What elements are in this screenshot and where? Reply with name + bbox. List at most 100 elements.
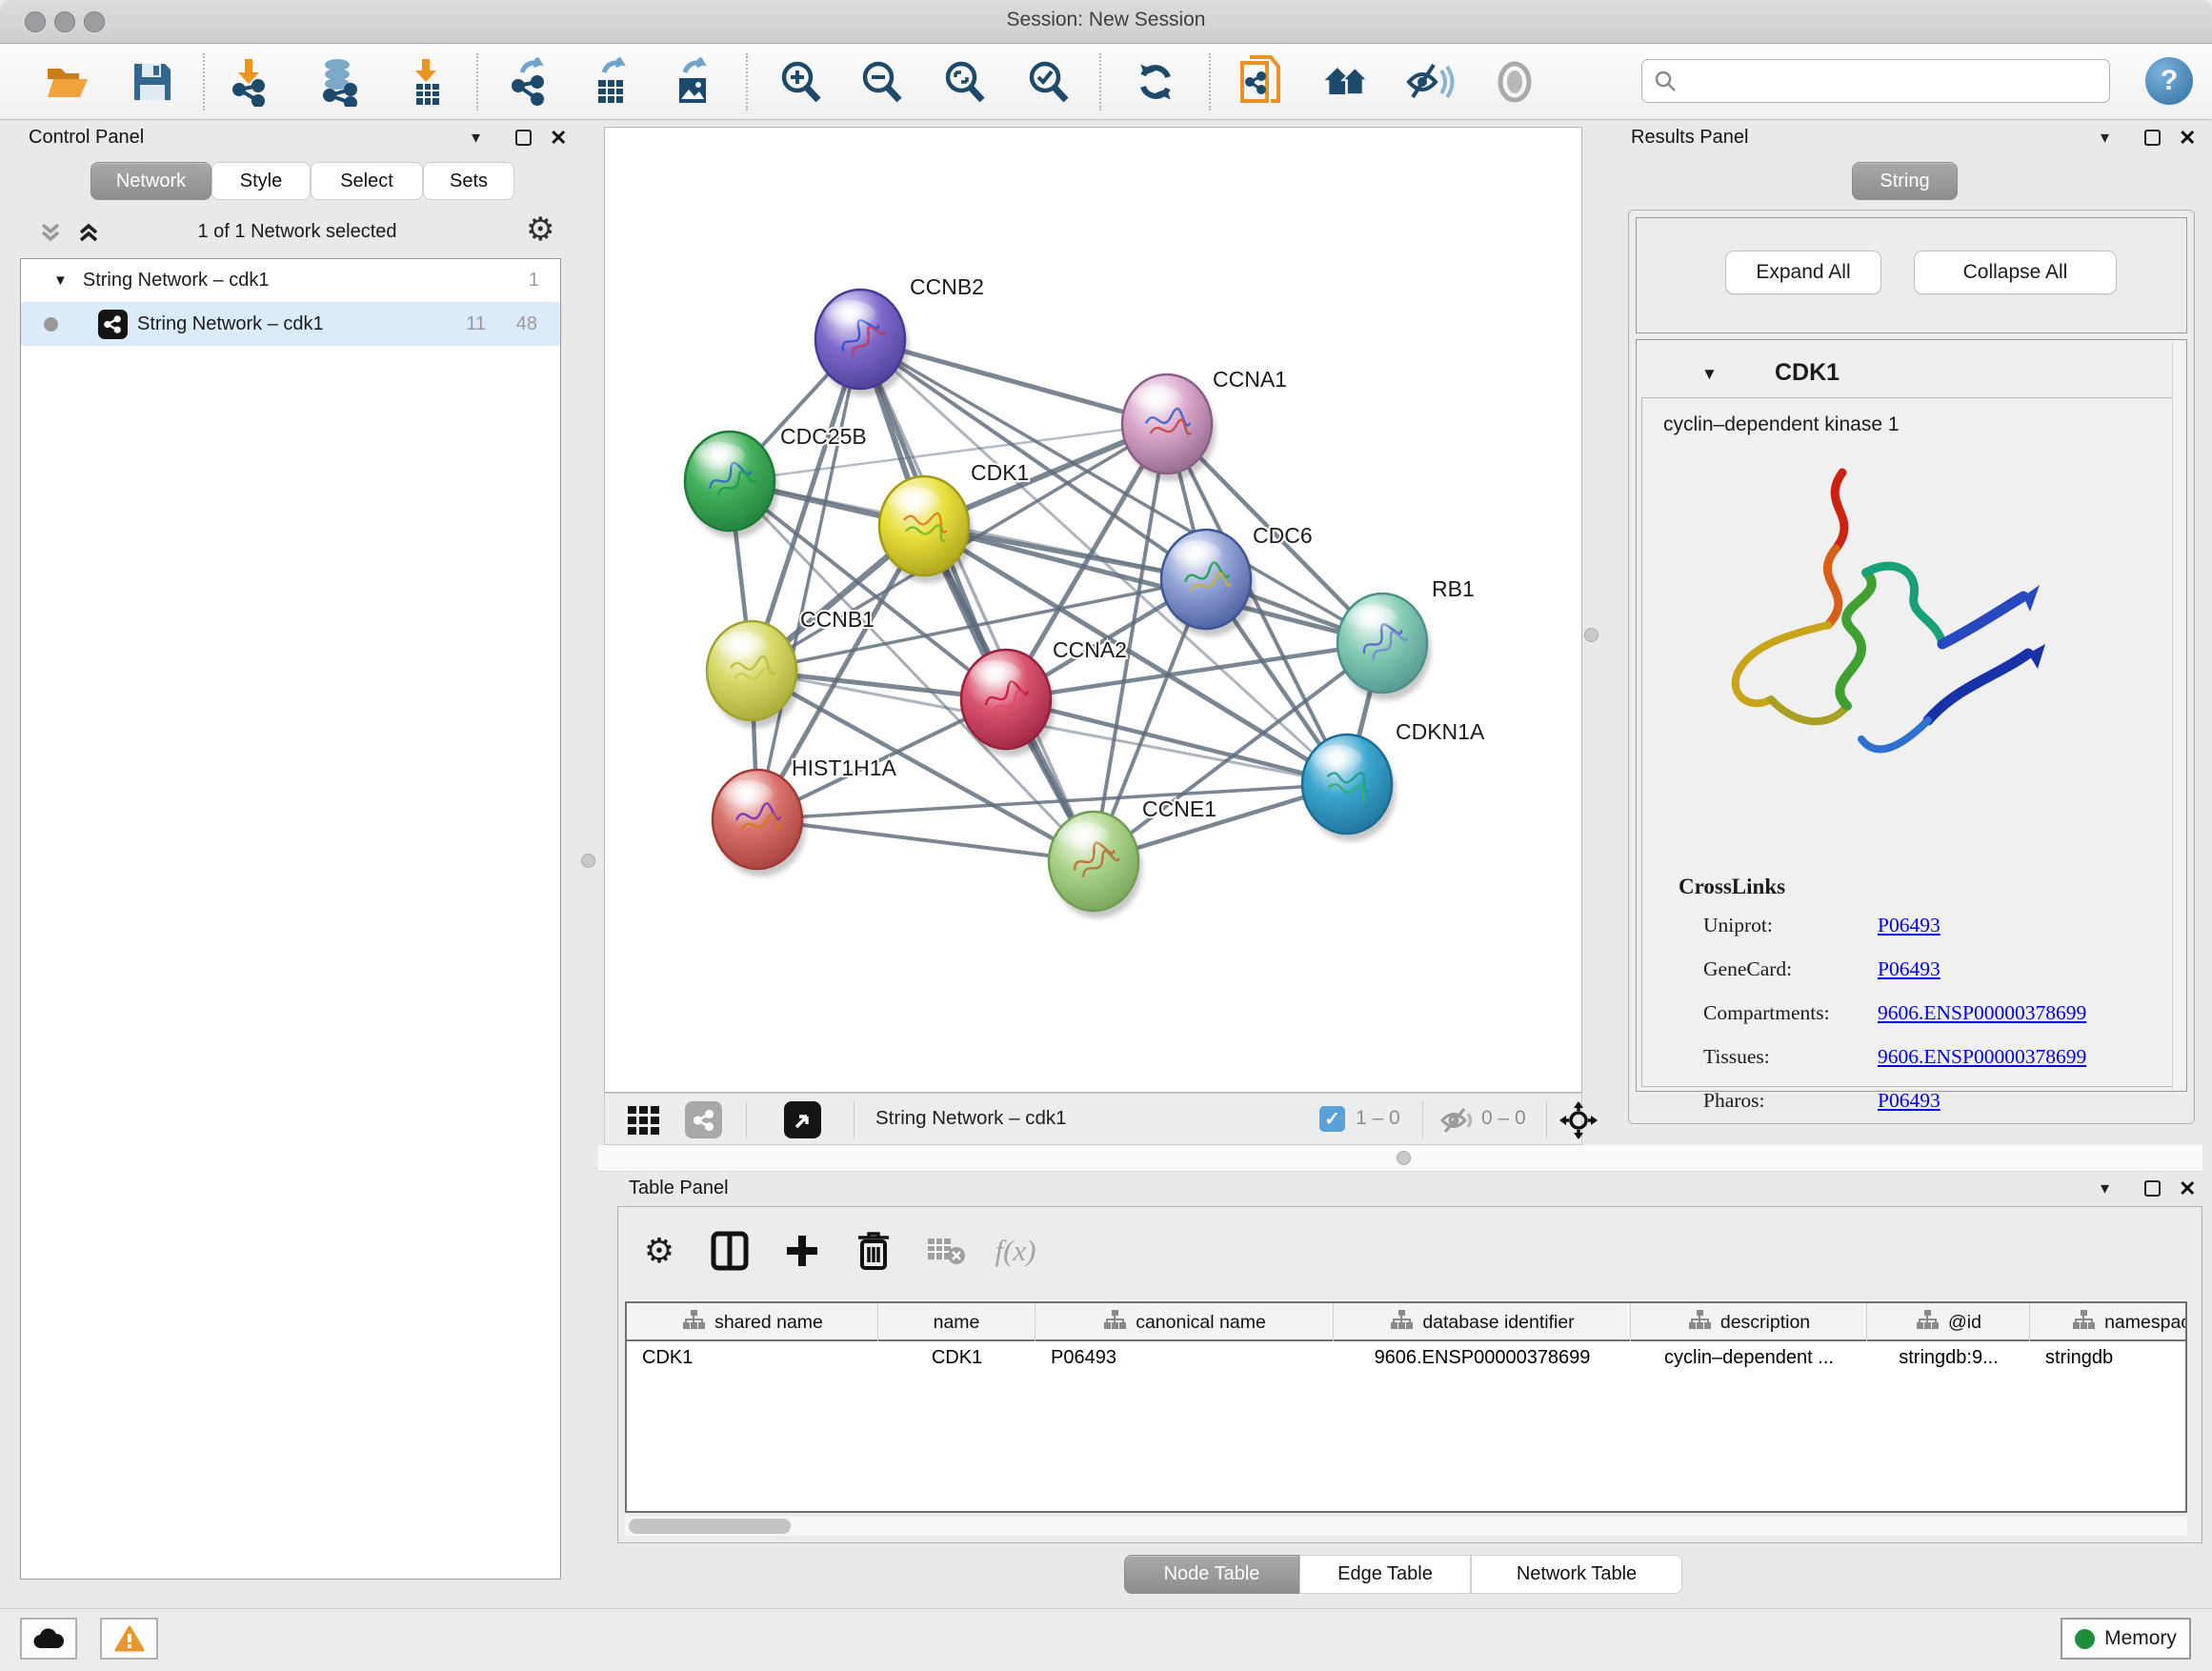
import-table-icon[interactable] — [402, 57, 452, 107]
left-splitter-grip[interactable] — [581, 854, 595, 868]
zoom-fit-icon[interactable] — [939, 57, 989, 107]
warning-button[interactable] — [100, 1618, 158, 1660]
control-panel-close-icon[interactable]: ✕ — [550, 126, 567, 151]
table-cell[interactable]: stringdb:9... — [1867, 1347, 2030, 1369]
network-edge[interactable] — [757, 339, 860, 819]
network-node-ccnb2[interactable]: CCNB2 — [815, 274, 984, 396]
zoom-out-icon[interactable] — [856, 57, 906, 107]
results-scrollbar[interactable] — [2172, 342, 2184, 1089]
column-header-database-identifier[interactable]: database identifier — [1334, 1303, 1631, 1341]
table-panel-menu-icon[interactable]: ▾ — [2101, 1178, 2109, 1198]
network-node-cdk1[interactable]: CDK1 — [879, 460, 1029, 583]
zoom-in-icon[interactable] — [775, 57, 825, 107]
column-header-namespace[interactable]: namespace — [2030, 1303, 2187, 1341]
results-panel-menu-icon[interactable]: ▾ — [2101, 128, 2109, 148]
import-network-database-icon[interactable] — [314, 57, 364, 107]
control-panel-float-icon[interactable] — [515, 130, 532, 146]
crosslink-link[interactable]: P06493 — [1878, 914, 1941, 937]
add-column-icon[interactable] — [777, 1227, 827, 1275]
cloud-button[interactable] — [20, 1618, 77, 1660]
share-document-icon[interactable] — [1237, 57, 1286, 107]
network-options-gear-icon[interactable]: ⚙ — [526, 211, 554, 249]
delete-column-icon[interactable] — [849, 1227, 898, 1275]
table-panel-float-icon[interactable] — [2144, 1180, 2161, 1197]
search-box[interactable] — [1641, 59, 2110, 103]
bottom-splitter-grip[interactable] — [1397, 1151, 1411, 1165]
right-splitter-grip[interactable] — [1584, 628, 1599, 642]
network-canvas[interactable]: CCNB2CCNA1CDC25BCDK1CDC6RB1CCNB1CCNA2CDK… — [604, 127, 1582, 1093]
search-input[interactable] — [1677, 70, 2086, 92]
table-cell[interactable]: cyclin–dependent ... — [1631, 1347, 1867, 1369]
selected-checkbox-icon[interactable]: ✓ — [1319, 1106, 1345, 1132]
table-options-gear-icon[interactable]: ⚙ — [634, 1227, 684, 1275]
tab-network-table[interactable]: Network Table — [1471, 1555, 1682, 1594]
memory-button[interactable]: Memory — [2061, 1618, 2191, 1660]
save-session-icon[interactable] — [128, 57, 177, 107]
birdseye-view-icon[interactable] — [784, 1101, 821, 1138]
zoom-selected-icon[interactable] — [1023, 57, 1073, 107]
expand-all-icon[interactable] — [76, 220, 101, 250]
crosslink-link[interactable]: P06493 — [1878, 1089, 1941, 1113]
column-header-name[interactable]: name — [878, 1303, 1036, 1341]
column-header--id[interactable]: @id — [1867, 1303, 2030, 1341]
collapse-all-icon[interactable] — [38, 220, 63, 250]
network-row-selected[interactable]: String Network – cdk1 11 48 — [21, 302, 560, 346]
protein-structure-image[interactable] — [1695, 453, 2057, 796]
column-header-shared-name[interactable]: shared name — [627, 1303, 878, 1341]
network-node-ccnb1[interactable]: CCNB1 — [707, 607, 875, 728]
hide-selected-icon[interactable] — [1405, 57, 1455, 107]
column-header-description[interactable]: description — [1631, 1303, 1867, 1341]
network-share-icon[interactable] — [685, 1101, 722, 1138]
collapse-all-button[interactable]: Collapse All — [1914, 251, 2117, 294]
column-header-canonical-name[interactable]: canonical name — [1036, 1303, 1334, 1341]
hidden-eye-icon[interactable] — [1439, 1105, 1474, 1140]
tab-select[interactable]: Select — [311, 162, 423, 200]
network-graph[interactable]: CCNB2CCNA1CDC25BCDK1CDC6RB1CCNB1CCNA2CDK… — [605, 128, 1581, 1092]
export-table-icon[interactable] — [587, 57, 636, 107]
tab-sets[interactable]: Sets — [423, 162, 514, 200]
fit-content-crosshair-icon[interactable] — [1559, 1101, 1598, 1144]
tree-expander-icon[interactable]: ▼ — [53, 272, 68, 289]
export-network-icon[interactable] — [505, 57, 554, 107]
results-panel-close-icon[interactable]: ✕ — [2179, 126, 2196, 151]
crosslink-link[interactable]: 9606.ENSP00000378699 — [1878, 1045, 2086, 1069]
table-cell[interactable]: P06493 — [1036, 1347, 1334, 1369]
show-grayed-icon[interactable] — [1490, 57, 1539, 107]
results-panel-float-icon[interactable] — [2144, 130, 2161, 146]
network-collection-row[interactable]: ▼ String Network – cdk1 1 — [21, 259, 560, 302]
network-node-cdc25b[interactable]: CDC25B — [685, 424, 867, 538]
scrollbar-thumb[interactable] — [629, 1519, 791, 1534]
control-panel-menu-icon[interactable]: ▾ — [472, 128, 480, 148]
network-edge[interactable] — [757, 819, 1094, 861]
gene-collapse-icon[interactable]: ▼ — [1701, 365, 1718, 384]
network-node-cdkn1a[interactable]: CDKN1A — [1302, 719, 1485, 841]
network-edge[interactable] — [860, 339, 1094, 861]
open-session-icon[interactable] — [42, 57, 91, 107]
network-node-rb1[interactable]: RB1 — [1337, 576, 1475, 700]
tab-network[interactable]: Network — [90, 162, 211, 200]
network-node-ccna1[interactable]: CCNA1 — [1122, 367, 1287, 481]
import-network-file-icon[interactable] — [225, 57, 274, 107]
table-cell[interactable]: CDK1 — [878, 1347, 1036, 1369]
network-home-icon[interactable] — [1321, 57, 1371, 107]
table-cell[interactable]: 9606.ENSP00000378699 — [1334, 1347, 1631, 1369]
table-panel-close-icon[interactable]: ✕ — [2179, 1177, 2196, 1201]
show-columns-icon[interactable] — [705, 1227, 754, 1275]
refresh-view-icon[interactable] — [1131, 57, 1180, 107]
tab-node-table[interactable]: Node Table — [1124, 1555, 1299, 1594]
export-image-icon[interactable] — [668, 57, 717, 107]
crosslink-link[interactable]: 9606.ENSP00000378699 — [1878, 1001, 2086, 1025]
table-cell[interactable]: stringdb — [2030, 1347, 2187, 1369]
delete-table-icon[interactable] — [921, 1227, 971, 1275]
tab-style[interactable]: Style — [211, 162, 311, 200]
tab-string[interactable]: String — [1852, 162, 1958, 200]
tab-edge-table[interactable]: Edge Table — [1299, 1555, 1471, 1594]
table-horizontal-scrollbar[interactable] — [625, 1517, 2187, 1536]
grid-view-icon[interactable] — [626, 1102, 662, 1143]
table-cell[interactable]: CDK1 — [627, 1347, 878, 1369]
network-node-hist1h1a[interactable]: HIST1H1A — [713, 755, 897, 876]
help-button[interactable]: ? — [2145, 57, 2193, 105]
crosslink-link[interactable]: P06493 — [1878, 957, 1941, 981]
function-builder-icon[interactable]: f(x) — [991, 1227, 1040, 1275]
expand-all-button[interactable]: Expand All — [1725, 251, 1881, 294]
